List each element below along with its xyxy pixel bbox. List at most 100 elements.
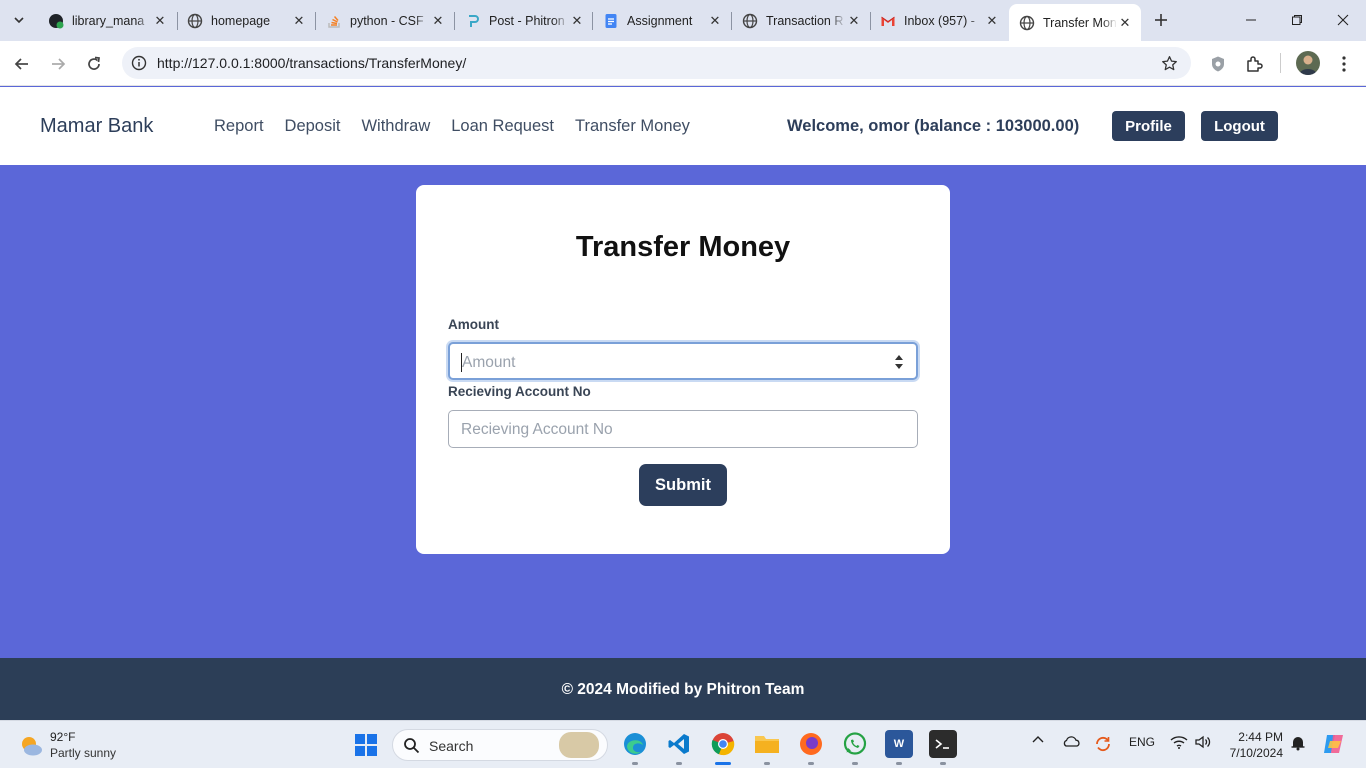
file-explorer-icon[interactable] — [753, 730, 781, 758]
notification-bell-icon[interactable] — [1289, 735, 1307, 751]
app-running-indicator — [676, 762, 682, 765]
spinner-down-icon[interactable] — [894, 363, 904, 370]
browser-tab-label: homepage — [211, 14, 271, 28]
close-icon[interactable]: ✕ — [707, 13, 723, 29]
globe-icon — [742, 13, 758, 29]
app-running-indicator — [896, 762, 902, 765]
browser-tab-strip: library_mana ✕ homepage ✕ python - CSF ✕… — [0, 0, 1366, 41]
app-running-indicator — [632, 762, 638, 765]
show-hidden-icons-icon[interactable] — [1030, 735, 1046, 743]
restore-icon — [1292, 15, 1302, 25]
taskbar-clock[interactable]: 2:44 PM 7/10/2024 — [1225, 729, 1283, 761]
nav-link-withdraw[interactable]: Withdraw — [361, 117, 430, 136]
browser-tab[interactable]: library_mana ✕ — [38, 6, 176, 36]
back-button[interactable] — [8, 50, 36, 78]
account-number-input[interactable]: Recieving Account No — [448, 410, 918, 448]
browser-tab[interactable]: Transaction R ✕ — [732, 6, 870, 36]
windows-taskbar: 92°F Partly sunny Search W ENG 2:44 PM 7… — [0, 720, 1366, 768]
weather-description[interactable]: Partly sunny — [50, 746, 116, 760]
github-icon — [48, 13, 64, 29]
browser-toolbar: http://127.0.0.1:8000/transactions/Trans… — [0, 41, 1366, 86]
new-tab-button[interactable] — [1149, 8, 1173, 32]
firefox-app-icon[interactable] — [797, 730, 825, 758]
spinner-up-icon[interactable] — [894, 354, 904, 361]
welcome-balance-text: Welcome, omor (balance : 103000.00) — [787, 117, 1080, 135]
logout-button[interactable]: Logout — [1201, 111, 1278, 141]
close-icon[interactable]: ✕ — [152, 13, 168, 29]
close-icon[interactable]: ✕ — [430, 13, 446, 29]
restore-button[interactable] — [1274, 0, 1320, 40]
bookmark-star-icon[interactable] — [1159, 53, 1179, 73]
close-icon[interactable]: ✕ — [1117, 15, 1133, 31]
browser-tab[interactable]: Inbox (957) - ✕ — [870, 6, 1008, 36]
address-bar[interactable]: http://127.0.0.1:8000/transactions/Trans… — [122, 47, 1191, 79]
extensions-puzzle-icon[interactable] — [1243, 53, 1265, 75]
avatar[interactable] — [1296, 51, 1320, 75]
amount-input[interactable]: Amount — [448, 342, 918, 380]
browser-tab-label: Transaction R — [766, 14, 844, 28]
profile-button[interactable]: Profile — [1112, 111, 1185, 141]
browser-tab[interactable]: python - CSF ✕ — [316, 6, 454, 36]
clock-time: 2:44 PM — [1238, 730, 1283, 744]
app-running-indicator — [852, 762, 858, 765]
windows-start-button[interactable] — [355, 734, 377, 756]
transfer-form-card: Transfer Money Amount Amount Recieving A… — [416, 185, 950, 554]
submit-button[interactable]: Submit — [639, 464, 727, 506]
stackoverflow-icon — [326, 13, 342, 29]
weather-temperature[interactable]: 92°F — [50, 730, 75, 744]
taskbar-search-box[interactable]: Search — [392, 729, 608, 761]
shield-extension-icon[interactable] — [1207, 53, 1229, 75]
close-icon[interactable]: ✕ — [846, 13, 862, 29]
tab-search-button[interactable] — [6, 8, 32, 32]
nav-link-report[interactable]: Report — [214, 117, 264, 136]
more-menu-icon[interactable] — [1333, 53, 1355, 75]
chrome-app-icon[interactable] — [709, 730, 737, 758]
arrow-right-icon — [52, 58, 66, 70]
forward-button[interactable] — [44, 50, 72, 78]
copilot-icon[interactable] — [1321, 731, 1347, 757]
close-icon[interactable]: ✕ — [569, 13, 585, 29]
edge-app-icon[interactable] — [621, 730, 649, 758]
close-window-button[interactable] — [1320, 0, 1366, 40]
search-icon — [404, 738, 420, 754]
close-icon — [1337, 14, 1349, 26]
browser-tab-label: Post - Phitron — [489, 14, 565, 28]
site-footer: © 2024 Modified by Phitron Team — [0, 658, 1366, 720]
page-title: Transfer Money — [575, 231, 791, 263]
volume-icon[interactable] — [1193, 735, 1213, 749]
minimize-icon — [1246, 19, 1256, 21]
minimize-button[interactable] — [1228, 0, 1274, 40]
nav-link-deposit[interactable]: Deposit — [285, 117, 341, 136]
browser-tab[interactable]: homepage ✕ — [177, 6, 315, 36]
app-running-indicator — [764, 762, 770, 765]
browser-tab-active[interactable]: Transfer Mon ✕ — [1009, 4, 1141, 41]
number-spinner[interactable] — [894, 353, 904, 371]
nav-link-loan-request[interactable]: Loan Request — [451, 117, 554, 136]
browser-tab-label: Transfer Mon — [1043, 15, 1117, 30]
plus-icon — [1155, 14, 1167, 26]
language-indicator[interactable]: ENG — [1128, 735, 1156, 749]
wifi-icon[interactable] — [1169, 735, 1189, 749]
site-info-icon[interactable] — [129, 53, 149, 73]
close-icon[interactable]: ✕ — [984, 13, 1000, 29]
app-running-indicator — [808, 762, 814, 765]
onedrive-cloud-icon[interactable] — [1061, 735, 1081, 747]
vscode-app-icon[interactable] — [665, 730, 693, 758]
browser-tab[interactable]: Assignment ✕ — [593, 6, 731, 36]
reload-button[interactable] — [80, 50, 108, 78]
address-url: http://127.0.0.1:8000/transactions/Trans… — [157, 55, 467, 71]
weather-partly-sunny-icon[interactable] — [18, 733, 44, 759]
browser-tab[interactable]: Post - Phitron ✕ — [455, 6, 593, 36]
amount-placeholder: Amount — [462, 354, 516, 371]
globe-icon — [187, 13, 203, 29]
footer-copyright: © 2024 Modified by Phitron Team — [561, 681, 805, 698]
word-app-icon[interactable]: W — [885, 730, 913, 758]
terminal-app-icon[interactable] — [929, 730, 957, 758]
close-icon[interactable]: ✕ — [291, 13, 307, 29]
whatsapp-app-icon[interactable] — [841, 730, 869, 758]
sync-icon[interactable] — [1093, 735, 1113, 753]
brand-logo-text[interactable]: Mamar Bank — [40, 115, 153, 138]
nav-link-transfer-money[interactable]: Transfer Money — [575, 117, 690, 136]
account-number-label: Recieving Account No — [448, 384, 591, 399]
app-active-indicator — [715, 762, 731, 765]
